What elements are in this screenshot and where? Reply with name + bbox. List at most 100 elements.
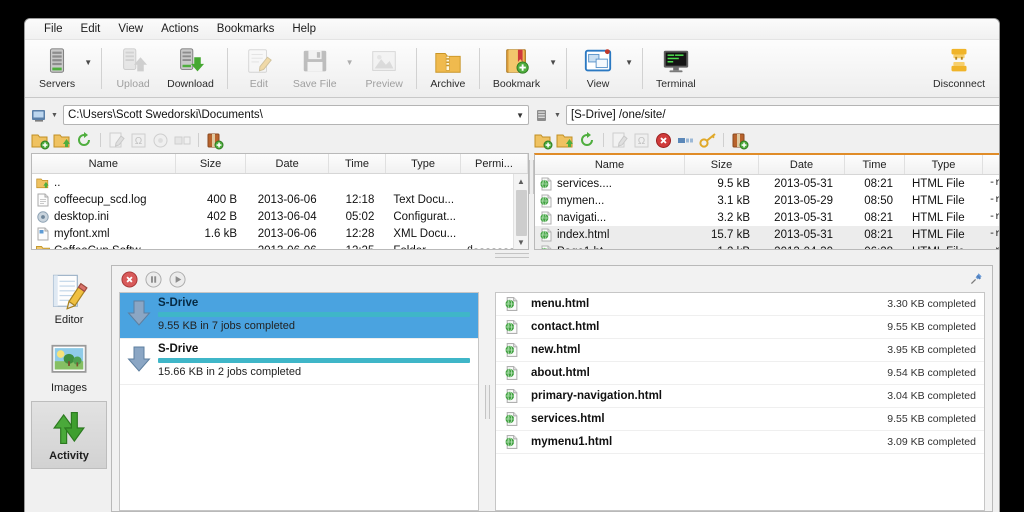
sidebar-tab-images[interactable]: Images <box>31 333 107 401</box>
pin-icon[interactable] <box>967 270 985 288</box>
menu-item-bookmarks[interactable]: Bookmarks <box>208 21 284 37</box>
sidebar-tab-activity[interactable]: Activity <box>31 401 107 469</box>
chevron-down-icon[interactable]: ▼ <box>624 42 637 97</box>
toolbar-preview-button[interactable]: Preview <box>358 42 411 97</box>
remote-path-input[interactable]: [S-Drive] /one/site/ ▼ <box>566 105 1000 125</box>
activity-play-icon[interactable] <box>169 271 186 288</box>
local-table-row[interactable]: desktop.ini402 B2013-06-0405:02Configura… <box>32 208 528 225</box>
activity-stop-icon[interactable] <box>121 271 138 288</box>
remote-table-row[interactable]: navigati...3.2 kB2013-05-3108:21HTML Fil… <box>535 209 1000 226</box>
local-archive-small-icon[interactable] <box>205 131 224 150</box>
local-refresh-icon[interactable] <box>75 131 94 150</box>
remote-mini-toolbar: Ω <box>534 127 1000 151</box>
remote-server-icon[interactable] <box>534 108 551 123</box>
completed-file-row[interactable]: new.html3.95 KB completed <box>496 339 984 362</box>
local-scroll-track[interactable] <box>514 188 529 235</box>
completed-file-row[interactable]: mymenu1.html3.09 KB completed <box>496 431 984 454</box>
toolbar-download-button[interactable]: Download <box>159 42 222 97</box>
toolbar-disconnect-button[interactable]: Disconnect <box>925 42 993 97</box>
chevron-down-icon[interactable]: ▼ <box>345 42 358 97</box>
local-rename-icon[interactable] <box>107 131 126 150</box>
remote-refresh-icon[interactable] <box>578 131 597 150</box>
remote-column-header-1[interactable]: Size <box>685 155 759 174</box>
activity-splitter[interactable] <box>479 292 495 511</box>
remote-link-icon[interactable] <box>676 131 695 150</box>
toolbar-edit-button[interactable]: Edit <box>233 42 285 97</box>
remote-rename-icon[interactable] <box>610 131 629 150</box>
local-column-header-1[interactable]: Size <box>176 154 247 173</box>
remote-new-folder-icon[interactable] <box>534 131 553 150</box>
splitter-grip[interactable] <box>495 253 529 258</box>
transfer-job-item[interactable]: S-Drive15.66 KB in 2 jobs completed <box>120 339 478 385</box>
remote-delete-icon[interactable] <box>654 131 673 150</box>
remote-table-row[interactable]: services....9.5 kB2013-05-3108:21HTML Fi… <box>535 175 1000 192</box>
completed-file-row[interactable]: menu.html3.30 KB completed <box>496 293 984 316</box>
chevron-down-icon[interactable]: ▼ <box>83 42 96 97</box>
scroll-up-icon[interactable]: ▲ <box>514 174 529 188</box>
splitter-grip[interactable] <box>485 385 490 419</box>
local-column-header-2[interactable]: Date <box>246 154 328 173</box>
local-permissions-icon[interactable] <box>151 131 170 150</box>
toolbar-save-file-button[interactable]: Save File <box>285 42 345 97</box>
local-path-input[interactable]: C:\Users\Scott Swedorski\Documents\ ▼ <box>63 105 529 125</box>
remote-archive-small-icon[interactable] <box>730 131 749 150</box>
local-table-row[interactable]: .. <box>32 174 528 191</box>
toolbar-archive-button[interactable]: Archive <box>422 42 474 97</box>
local-column-header-4[interactable]: Type <box>386 154 461 173</box>
chevron-down-icon[interactable]: ▼ <box>516 111 524 120</box>
local-path-dropdown-caret[interactable]: ▼ <box>51 112 58 119</box>
local-scroll-thumb[interactable] <box>516 190 527 236</box>
remote-column-header-0[interactable]: Name <box>535 155 685 174</box>
remote-column-header-3[interactable]: Time <box>845 155 905 174</box>
local-table-row[interactable]: myfont.xml1.6 kB2013-06-0612:28XML Docu.… <box>32 225 528 242</box>
remote-file-list[interactable]: NameSizeDateTimeTypePermi... services...… <box>534 153 1000 250</box>
remote-table-row[interactable]: index.html15.7 kB2013-05-3108:21HTML Fil… <box>535 226 1000 243</box>
transfer-job-list[interactable]: S-Drive9.55 KB in 7 jobs completedS-Driv… <box>119 292 479 511</box>
local-vertical-scrollbar[interactable]: ▲ ▼ <box>513 174 528 249</box>
menu-item-actions[interactable]: Actions <box>152 21 208 37</box>
chevron-down-icon[interactable]: ▼ <box>548 42 561 97</box>
local-column-header-3[interactable]: Time <box>329 154 386 173</box>
remote-column-header-4[interactable]: Type <box>905 155 983 174</box>
local-column-header-0[interactable]: Name <box>32 154 176 173</box>
remote-column-header-2[interactable]: Date <box>759 155 845 174</box>
local-table-row[interactable]: coffeecup_scd.log400 B2013-06-0612:18Tex… <box>32 191 528 208</box>
local-column-header-5[interactable]: Permi... <box>461 154 528 173</box>
menu-item-help[interactable]: Help <box>283 21 325 37</box>
sidebar-tab-editor[interactable]: Editor <box>31 265 107 333</box>
toolbar-view-button[interactable]: View <box>572 42 624 97</box>
menu-item-view[interactable]: View <box>109 21 152 37</box>
local-computer-icon[interactable] <box>31 108 48 123</box>
remote-key-icon[interactable] <box>698 131 717 150</box>
toolbar-terminal-button[interactable]: Terminal <box>648 42 704 97</box>
remote-table-row[interactable]: mymen...3.1 kB2013-05-2908:50HTML File-r… <box>535 192 1000 209</box>
local-file-name: coffeecup_scd.log <box>54 194 147 206</box>
local-table-row[interactable]: CoffeeCup Softw...2013-06-0612:25Folderd… <box>32 242 528 249</box>
activity-pause-icon[interactable] <box>145 271 162 288</box>
completed-file-row[interactable]: contact.html9.55 KB completed <box>496 316 984 339</box>
completed-file-row[interactable]: services.html9.55 KB completed <box>496 408 984 431</box>
menu-item-edit[interactable]: Edit <box>72 21 110 37</box>
transfer-job-item[interactable]: S-Drive9.55 KB in 7 jobs completed <box>120 293 478 339</box>
remote-properties-icon[interactable]: Ω <box>632 131 651 150</box>
toolbar-upload-button[interactable]: Upload <box>107 42 159 97</box>
menu-item-file[interactable]: File <box>35 21 72 37</box>
scroll-down-icon[interactable]: ▼ <box>514 235 529 249</box>
local-parent-folder-icon[interactable] <box>53 131 72 150</box>
remote-table-row[interactable]: Page1.ht...1.2 kB2013-04-3006:28HTML Fil… <box>535 243 1000 249</box>
horizontal-splitter[interactable] <box>25 250 999 261</box>
local-file-list[interactable]: NameSizeDateTimeTypePermi... ..coffeecup… <box>31 153 529 250</box>
local-compare-icon[interactable] <box>173 131 192 150</box>
completed-file-row[interactable]: primary-navigation.html3.04 KB completed <box>496 385 984 408</box>
minibar-separator <box>723 133 724 147</box>
remote-path-dropdown-caret[interactable]: ▼ <box>554 112 561 119</box>
toolbar-bookmark-button[interactable]: Bookmark <box>485 42 548 97</box>
completed-files-list[interactable]: menu.html3.30 KB completedcontact.html9.… <box>495 292 985 511</box>
local-properties-icon[interactable]: Ω <box>129 131 148 150</box>
remote-row-size-cell: 3.2 kB <box>685 212 759 224</box>
local-new-folder-icon[interactable] <box>31 131 50 150</box>
toolbar-servers-button[interactable]: Servers <box>31 42 83 97</box>
remote-parent-folder-icon[interactable] <box>556 131 575 150</box>
completed-file-row[interactable]: about.html9.54 KB completed <box>496 362 984 385</box>
remote-column-header-5[interactable]: Permi... <box>983 155 1000 174</box>
